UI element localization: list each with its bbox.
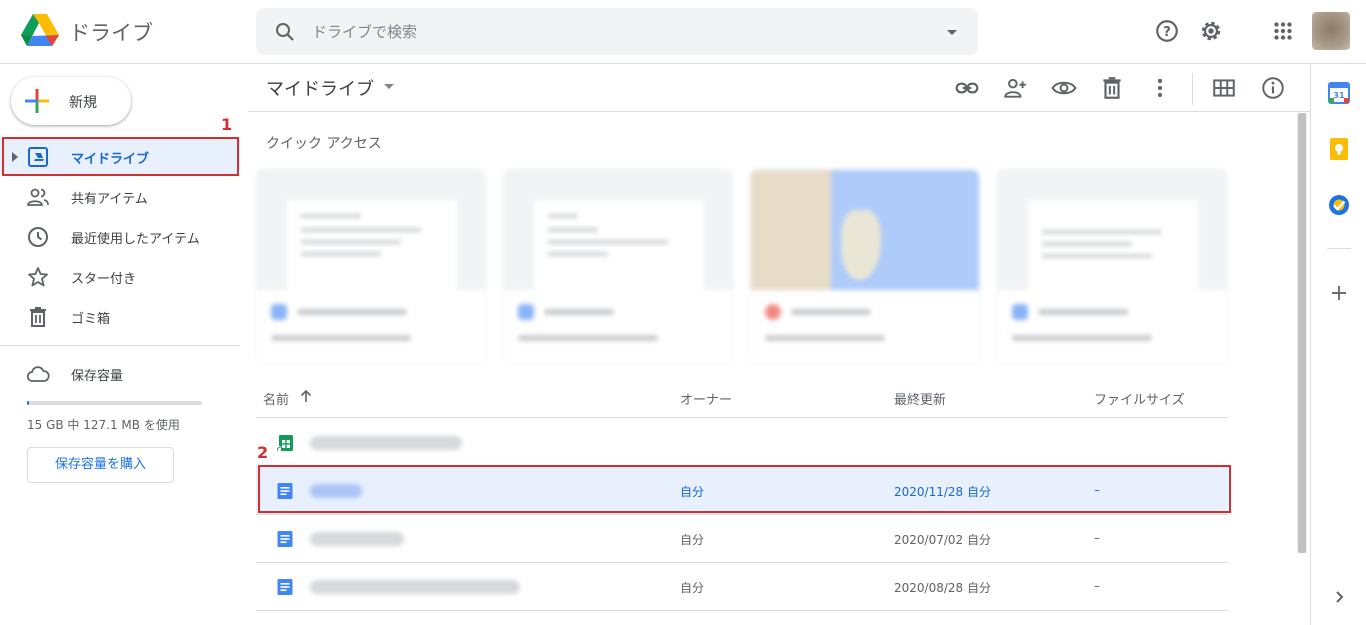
trash-icon bbox=[30, 307, 46, 327]
file-modified: 2020/11/28 自分 bbox=[894, 485, 991, 499]
delete-trash-icon[interactable] bbox=[1099, 75, 1125, 101]
share-add-person-icon[interactable] bbox=[1002, 75, 1028, 101]
search-options-icon[interactable] bbox=[940, 20, 964, 44]
account-avatar[interactable] bbox=[1312, 12, 1350, 50]
docs-file-icon bbox=[277, 531, 293, 547]
file-row[interactable]: 自分 2020/08/28 自分 – bbox=[256, 563, 1228, 611]
search-box[interactable] bbox=[256, 8, 978, 55]
file-name-blurred bbox=[310, 436, 462, 450]
breadcrumb-dropdown-icon[interactable] bbox=[382, 79, 396, 93]
new-button-label: 新規 bbox=[69, 95, 97, 111]
sidebar: 新規 マイドライブ 共有アイテム 最近使用したアイテム スター付き ゴミ箱 保存… bbox=[0, 65, 248, 625]
breadcrumb[interactable]: マイドライブ bbox=[266, 75, 374, 101]
sidebar-item-label: 共有アイテム bbox=[71, 192, 148, 207]
quick-access-title: クイック アクセス bbox=[266, 136, 382, 152]
apps-grid-icon[interactable] bbox=[1270, 18, 1296, 44]
quick-access-card[interactable] bbox=[997, 169, 1227, 365]
side-panel-divider bbox=[1327, 248, 1351, 249]
expand-panel-chevron-icon[interactable] bbox=[1327, 585, 1351, 609]
cloud-icon bbox=[26, 366, 50, 382]
scrollbar-thumb[interactable] bbox=[1298, 113, 1306, 553]
docs-file-icon bbox=[277, 579, 293, 595]
toolbar-divider bbox=[1192, 73, 1193, 105]
sidebar-item-label: 最近使用したアイテム bbox=[71, 232, 200, 247]
quick-access-card[interactable] bbox=[503, 169, 733, 365]
sort-arrow-up-icon[interactable] bbox=[298, 388, 314, 404]
column-owner-header[interactable]: オーナー bbox=[680, 389, 732, 408]
file-name-blurred bbox=[310, 532, 404, 546]
file-owner: 自分 bbox=[680, 485, 705, 499]
top-bar: ドライブ ? bbox=[0, 0, 1366, 64]
app-title[interactable]: ドライブ bbox=[69, 17, 153, 47]
sidebar-item-label: ゴミ箱 bbox=[71, 312, 111, 327]
annotation-number-1: 1 bbox=[221, 115, 233, 134]
buy-storage-button[interactable]: 保存容量を購入 bbox=[27, 447, 174, 483]
my-drive-icon bbox=[28, 147, 48, 167]
quick-access-card[interactable] bbox=[256, 169, 486, 365]
info-icon[interactable] bbox=[1260, 75, 1286, 101]
sidebar-item-my-drive[interactable]: マイドライブ bbox=[0, 137, 240, 175]
tasks-icon[interactable] bbox=[1327, 193, 1351, 217]
search-input[interactable] bbox=[312, 19, 912, 45]
drive-logo-icon[interactable] bbox=[20, 12, 60, 48]
storage-label: 保存容量 bbox=[71, 369, 124, 384]
annotation-number-2: 2 bbox=[257, 443, 269, 462]
storage-usage-fill bbox=[27, 401, 29, 405]
file-size: – bbox=[1094, 579, 1100, 593]
file-owner: 自分 bbox=[680, 533, 705, 547]
file-list-header: 名前 オーナー 最終更新 ファイルサイズ bbox=[256, 375, 1228, 418]
main-scrollbar[interactable] bbox=[1297, 113, 1307, 553]
file-name-blurred bbox=[310, 484, 362, 498]
expand-caret-icon[interactable] bbox=[12, 152, 18, 162]
more-vertical-icon[interactable] bbox=[1147, 75, 1173, 101]
svg-text:?: ? bbox=[1163, 25, 1171, 40]
storage-usage-bar bbox=[27, 401, 202, 405]
quick-access-cards bbox=[256, 169, 1228, 365]
search-icon[interactable] bbox=[273, 20, 297, 44]
quick-access-card[interactable] bbox=[750, 169, 980, 365]
sidebar-item-shared[interactable]: 共有アイテム bbox=[0, 177, 240, 215]
svg-text:31: 31 bbox=[1333, 91, 1345, 100]
sidebar-item-starred[interactable]: スター付き bbox=[0, 257, 240, 295]
side-panel: 31 bbox=[1310, 65, 1366, 625]
calendar-icon[interactable]: 31 bbox=[1327, 81, 1351, 105]
sidebar-item-storage[interactable]: 保存容量 bbox=[0, 354, 240, 392]
clock-icon bbox=[28, 227, 48, 247]
sidebar-item-recent[interactable]: 最近使用したアイテム bbox=[0, 217, 240, 255]
storage-usage-text: 15 GB 中 127.1 MB を使用 bbox=[27, 418, 180, 432]
new-button[interactable]: 新規 bbox=[11, 77, 131, 125]
column-size-header[interactable]: ファイルサイズ bbox=[1094, 389, 1185, 408]
docs-file-icon bbox=[277, 483, 293, 499]
file-row[interactable] bbox=[256, 419, 1228, 467]
help-icon[interactable]: ? bbox=[1154, 18, 1180, 44]
file-name-blurred bbox=[310, 580, 520, 594]
file-row-selected[interactable]: 自分 2020/11/28 自分 – bbox=[256, 467, 1228, 515]
settings-gear-icon[interactable] bbox=[1198, 18, 1224, 44]
sidebar-divider bbox=[0, 345, 240, 346]
main-header: マイドライブ bbox=[248, 65, 1310, 112]
plus-icon bbox=[25, 89, 49, 113]
file-size: – bbox=[1094, 531, 1100, 545]
shared-people-icon bbox=[27, 188, 49, 206]
file-row[interactable]: 自分 2020/07/02 自分 – bbox=[256, 515, 1228, 563]
column-name-header[interactable]: 名前 bbox=[263, 389, 289, 408]
file-owner: 自分 bbox=[680, 581, 705, 595]
sidebar-item-label: スター付き bbox=[71, 272, 137, 287]
preview-eye-icon[interactable] bbox=[1051, 75, 1077, 101]
add-addon-plus-icon[interactable] bbox=[1327, 281, 1351, 305]
column-modified-header[interactable]: 最終更新 bbox=[894, 389, 946, 408]
main-content: マイドライブ クイック アクセス 名前 オーナー 最終更新 ファイルサイズ 自分… bbox=[248, 65, 1310, 625]
grid-view-icon[interactable] bbox=[1211, 75, 1237, 101]
sheets-shortcut-icon bbox=[277, 435, 293, 451]
file-modified: 2020/07/02 自分 bbox=[894, 533, 991, 547]
file-size: – bbox=[1094, 483, 1100, 497]
keep-icon[interactable] bbox=[1327, 137, 1351, 161]
sidebar-item-label: マイドライブ bbox=[71, 152, 150, 167]
get-link-icon[interactable] bbox=[954, 75, 980, 101]
file-modified: 2020/08/28 自分 bbox=[894, 581, 991, 595]
star-icon bbox=[28, 267, 48, 287]
sidebar-item-trash[interactable]: ゴミ箱 bbox=[0, 297, 240, 335]
